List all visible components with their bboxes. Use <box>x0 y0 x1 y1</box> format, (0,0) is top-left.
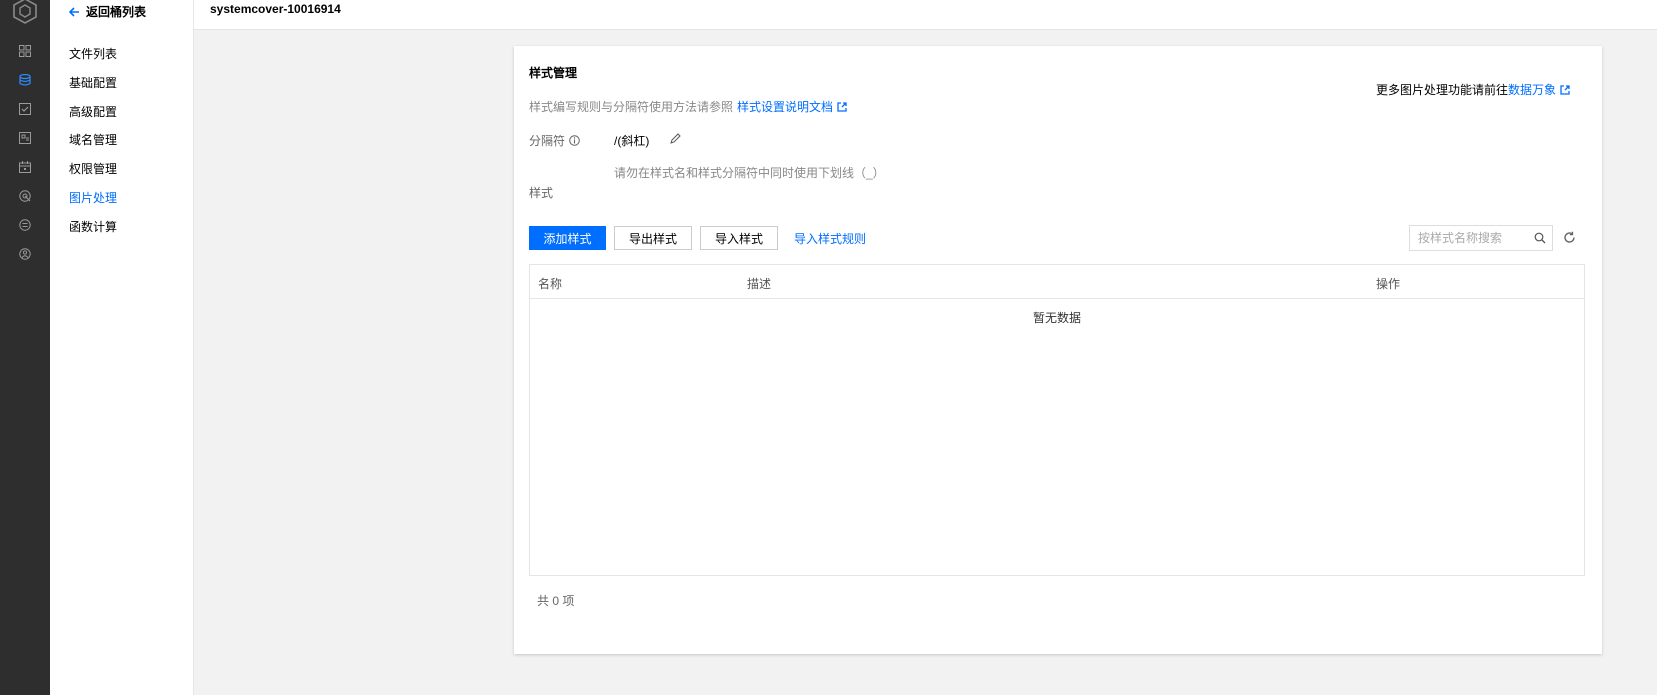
import-style-rules-link[interactable]: 导入样式规则 <box>794 230 866 247</box>
menu-item-domain-management[interactable]: 域名管理 <box>69 131 117 148</box>
menu-item-advanced-config[interactable]: 高级配置 <box>69 103 117 120</box>
style-management-card: 样式管理 更多图片处理功能请前往 数据万象 样式编写规则与分隔符使用方法请参照 … <box>514 46 1602 654</box>
menu-item-file-list[interactable]: 文件列表 <box>69 45 117 62</box>
person-circle-icon[interactable] <box>17 246 33 262</box>
refresh-icon[interactable] <box>1563 231 1576 244</box>
column-header-actions: 操作 <box>1376 277 1401 291</box>
top-header: systemcover-10016914 <box>194 0 1657 30</box>
underscore-warning: 请勿在样式名和样式分隔符中同时使用下划线（_） <box>614 166 885 180</box>
data-wanxiang-hint: 更多图片处理功能请前往 数据万象 <box>1376 81 1570 98</box>
search-icon[interactable] <box>1534 232 1546 244</box>
empty-state-text: 暂无数据 <box>1032 311 1081 325</box>
import-style-button[interactable]: 导入样式 <box>700 226 778 250</box>
separator-value: /(斜杠) <box>614 134 650 148</box>
menu-item-function-compute[interactable]: 函数计算 <box>69 218 117 235</box>
external-link-icon[interactable] <box>1560 84 1570 95</box>
icon-rail <box>0 0 50 695</box>
grid-icon[interactable] <box>17 43 33 59</box>
style-table: 名称 描述 操作 暂无数据 <box>529 264 1585 576</box>
card-title: 样式管理 <box>529 66 578 80</box>
menu-item-permission-management[interactable]: 权限管理 <box>69 160 117 177</box>
separator-label-row: 分隔符 <box>529 132 580 149</box>
pencil-icon[interactable] <box>670 133 681 144</box>
export-style-button[interactable]: 导出样式 <box>614 226 692 250</box>
column-header-name: 名称 <box>538 277 563 291</box>
back-to-bucket-list-link[interactable]: 返回桶列表 <box>68 3 146 20</box>
list-circle-icon[interactable] <box>17 217 33 233</box>
total-count: 共 0 项 <box>537 594 575 608</box>
desc-text: 样式编写规则与分隔符使用方法请参照 <box>529 100 734 114</box>
menu-item-image-processing[interactable]: 图片处理 <box>69 189 117 206</box>
data-wanxiang-link[interactable]: 数据万象 <box>1508 81 1556 98</box>
target-icon[interactable] <box>17 188 33 204</box>
info-icon[interactable] <box>569 135 580 146</box>
hint-prefix: 更多图片处理功能请前往 <box>1375 83 1508 97</box>
external-link-icon[interactable] <box>837 101 847 112</box>
style-search-input[interactable] <box>1418 231 1528 245</box>
column-header-description: 描述 <box>747 277 772 291</box>
calendar-icon[interactable] <box>17 159 33 175</box>
separator-label: 分隔符 <box>529 134 566 148</box>
arrow-left-icon <box>68 6 79 17</box>
cube-logo-icon[interactable] <box>12 0 38 24</box>
style-rules-description: 样式编写规则与分隔符使用方法请参照 样式设置说明文档 <box>529 98 847 115</box>
table-header: 名称 描述 操作 <box>530 265 1584 299</box>
bucket-title: systemcover-10016914 <box>210 2 341 16</box>
back-label: 返回桶列表 <box>86 5 147 19</box>
menu-item-basic-config[interactable]: 基础配置 <box>69 74 117 91</box>
style-doc-link[interactable]: 样式设置说明文档 <box>737 98 833 115</box>
style-label: 样式 <box>529 186 554 200</box>
database-icon[interactable] <box>17 72 33 88</box>
style-search-box <box>1409 225 1553 251</box>
checklist-icon[interactable] <box>17 101 33 117</box>
monitor-icon[interactable] <box>17 130 33 146</box>
add-style-button[interactable]: 添加样式 <box>529 226 606 250</box>
secondary-menu: 返回桶列表 文件列表 基础配置 高级配置 域名管理 权限管理 图片处理 函数计算 <box>50 0 194 695</box>
